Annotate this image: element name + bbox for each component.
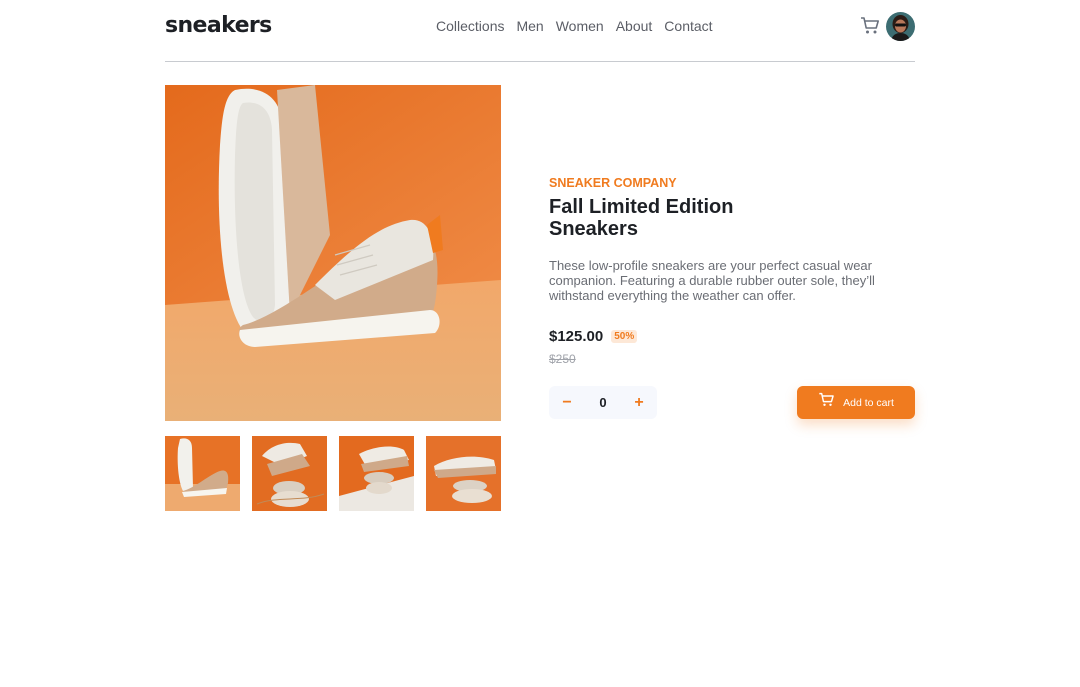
add-to-cart-label: Add to cart bbox=[843, 396, 894, 409]
logo[interactable]: sneakers bbox=[165, 13, 272, 38]
nav-men[interactable]: Men bbox=[516, 18, 543, 34]
cart-icon bbox=[818, 392, 835, 413]
cart-icon[interactable] bbox=[860, 16, 880, 36]
company-name: Sneaker Company bbox=[549, 176, 677, 190]
current-price: $125.00 bbox=[549, 328, 604, 345]
thumbnail-4[interactable] bbox=[426, 436, 501, 511]
decrement-button[interactable]: − bbox=[549, 394, 585, 412]
nav-collections[interactable]: Collections bbox=[436, 18, 504, 34]
thumbnail-3[interactable] bbox=[339, 436, 414, 511]
add-to-cart-button[interactable]: Add to cart bbox=[797, 386, 915, 419]
thumbnail-strip bbox=[165, 436, 501, 511]
price-row: $125.00 50% bbox=[549, 328, 638, 345]
main-nav: Collections Men Women About Contact bbox=[436, 18, 713, 34]
thumbnail-2[interactable] bbox=[252, 436, 327, 511]
nav-about[interactable]: About bbox=[616, 18, 653, 34]
quantity-value[interactable]: 0 bbox=[599, 395, 606, 410]
product-title: Fall Limited Edition Sneakers bbox=[549, 196, 734, 240]
product-details: Sneaker Company Fall Limited Edition Sne… bbox=[549, 176, 915, 419]
site-header: sneakers Collections Men Women About Con… bbox=[165, 0, 915, 62]
avatar[interactable] bbox=[886, 12, 915, 41]
nav-contact[interactable]: Contact bbox=[664, 18, 712, 34]
product-main-image[interactable] bbox=[165, 85, 501, 421]
nav-women[interactable]: Women bbox=[556, 18, 604, 34]
original-price: $250 bbox=[549, 352, 576, 366]
quantity-stepper: − 0 + bbox=[549, 386, 657, 419]
discount-badge: 50% bbox=[611, 330, 638, 343]
thumbnail-1[interactable] bbox=[165, 436, 240, 511]
increment-button[interactable]: + bbox=[621, 394, 657, 412]
product-description: These low-profile sneakers are your perf… bbox=[549, 258, 875, 303]
